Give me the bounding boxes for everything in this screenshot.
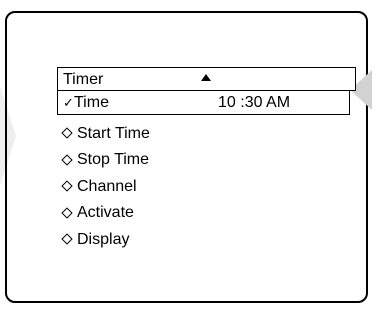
menu-item-display[interactable]: Display bbox=[60, 226, 150, 253]
time-value: 10 :30 AM bbox=[218, 94, 291, 111]
menu-item-label: Stop Time bbox=[77, 151, 150, 169]
menu-item-activate[interactable]: Activate bbox=[60, 200, 150, 227]
menu-item-label: Activate bbox=[77, 204, 134, 222]
diamond-bullet-icon bbox=[61, 207, 73, 219]
menu-item-time[interactable]: ✓ Time 10 :30 AM bbox=[57, 91, 350, 115]
timer-menu-list: Start Time Stop Time Channel Activate Di… bbox=[60, 120, 150, 253]
check-icon: ✓ bbox=[63, 95, 74, 110]
menu-item-label: Display bbox=[77, 230, 130, 248]
menu-item-label: Time bbox=[74, 94, 109, 111]
menu-header: Timer bbox=[57, 67, 356, 91]
diamond-bullet-icon bbox=[61, 127, 73, 139]
diamond-bullet-icon bbox=[61, 233, 73, 245]
menu-item-label: Start Time bbox=[77, 124, 150, 142]
menu-item-stop-time[interactable]: Stop Time bbox=[60, 147, 150, 174]
diamond-bullet-icon bbox=[61, 154, 73, 166]
diamond-bullet-icon bbox=[61, 180, 73, 192]
menu-item-label: Channel bbox=[77, 177, 137, 195]
up-arrow-icon[interactable] bbox=[201, 74, 211, 81]
menu-title: Timer bbox=[63, 71, 104, 88]
menu-item-channel[interactable]: Channel bbox=[60, 173, 150, 200]
menu-item-start-time[interactable]: Start Time bbox=[60, 120, 150, 147]
